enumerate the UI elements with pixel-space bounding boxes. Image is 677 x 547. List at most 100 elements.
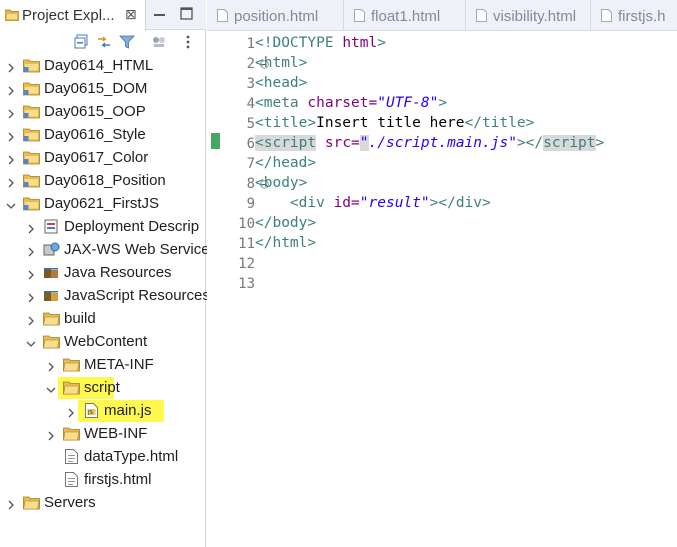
html-file-icon (354, 9, 365, 22)
code-line-10: </body> (255, 215, 317, 231)
tree-item-java-resources[interactable]: Java Resources (26, 262, 206, 284)
html-file-icon (217, 9, 228, 22)
view-menu-icon[interactable] (180, 34, 196, 50)
filter-icon[interactable] (119, 34, 135, 50)
tree-item-webcontent[interactable]: WebContent (26, 331, 206, 353)
line-number: 4 (246, 96, 255, 112)
html-file-icon (601, 9, 612, 22)
minimize-icon[interactable] (154, 14, 165, 16)
code-line-2: <html> (255, 55, 308, 71)
tree-item-day0618-position[interactable]: Day0618_Position (6, 170, 206, 192)
chevron-right-icon[interactable] (46, 359, 56, 372)
tab-project-explorer[interactable]: Project Expl... ⊠ (0, 0, 146, 31)
tree-item-label: Java Resources (64, 264, 172, 281)
tree-item-datatype-html[interactable]: dataType.html (46, 446, 206, 468)
chevron-down-icon[interactable] (26, 336, 36, 347)
tree-item-day0614-html[interactable]: Day0614_HTML (6, 55, 206, 77)
editor-gutter (207, 31, 227, 547)
project-folder-icon (23, 127, 40, 142)
html-file-icon (63, 449, 80, 464)
tree-item-web-inf[interactable]: WEB-INF (46, 423, 206, 445)
chevron-right-icon[interactable] (26, 267, 36, 280)
tab-visibility-html[interactable]: visibility.html (466, 0, 591, 31)
line-number: 6 (246, 136, 255, 152)
tree-item-day0621-firstjs[interactable]: Day0621_FirstJS (6, 193, 206, 215)
project-folder-icon (23, 58, 40, 73)
html-file-icon (476, 9, 487, 22)
javascript-resources-icon (43, 288, 60, 303)
line-number: 5 (246, 116, 255, 132)
tree-item-day0615-dom[interactable]: Day0615_DOM (6, 78, 206, 100)
editor-tab-label: position.html (234, 8, 319, 25)
tree-item-label: build (64, 310, 96, 327)
tree-item-label: JavaScript Resources (64, 287, 210, 304)
code-line-3: <head> (255, 75, 308, 91)
chevron-right-icon[interactable] (6, 152, 16, 165)
tree-item-label: main.js (104, 402, 152, 419)
tree-item-firstjs-html[interactable]: firstjs.html (46, 469, 206, 491)
deployment-descriptor-icon (43, 219, 60, 234)
tab-float1-html[interactable]: float1.html (344, 0, 466, 31)
tree-item-javascript-resources[interactable]: JavaScript Resources (26, 285, 210, 307)
project-folder-icon (23, 81, 40, 96)
chevron-right-icon[interactable] (6, 83, 16, 96)
tree-item-deployment-descrip[interactable]: Deployment Descrip (26, 216, 206, 238)
tree-item-day0615-oop[interactable]: Day0615_OOP (6, 101, 206, 123)
java-resources-icon (43, 265, 60, 280)
chevron-right-icon[interactable] (66, 405, 76, 418)
tree-item-build[interactable]: build (26, 308, 206, 330)
chevron-right-icon[interactable] (6, 175, 16, 188)
focus-icon[interactable] (151, 34, 167, 50)
tab-position-html[interactable]: position.html (207, 0, 344, 31)
folder-icon (63, 426, 80, 441)
line-number: 2 (246, 56, 255, 72)
tree-item-label: Day0615_DOM (44, 80, 148, 97)
chevron-right-icon[interactable] (6, 106, 16, 119)
editor-tab-label: visibility.html (493, 8, 577, 25)
chevron-right-icon[interactable] (26, 221, 36, 234)
project-folder-icon (23, 196, 40, 211)
line-number: 7 (246, 156, 255, 172)
line-number: 8 (246, 176, 255, 192)
change-marker[interactable] (211, 133, 220, 149)
project-folder-icon (23, 104, 40, 119)
code-line-8: <body> (255, 175, 308, 191)
chevron-right-icon[interactable] (26, 313, 36, 326)
maximize-icon[interactable] (180, 7, 193, 20)
code-line-4: <meta charset="UTF-8"> (255, 95, 448, 111)
tab-firstjs-html[interactable]: firstjs.h (591, 0, 677, 31)
line-number: 3 (246, 76, 255, 92)
folder-icon (23, 495, 40, 510)
tree-item-day0617-color[interactable]: Day0617_Color (6, 147, 206, 169)
tree-item-label: Day0618_Position (44, 172, 166, 189)
tree-item-label: META-INF (84, 356, 154, 373)
chevron-down-icon[interactable] (6, 198, 16, 209)
collapse-all-icon[interactable] (74, 34, 90, 50)
chevron-right-icon[interactable] (46, 428, 56, 441)
close-icon[interactable]: ⊠ (125, 6, 137, 23)
tree-item-script[interactable]: script (46, 377, 206, 399)
tree-item-label: JAX-WS Web Service (64, 241, 210, 258)
tree-item-label: Day0615_OOP (44, 103, 146, 120)
tree-item-meta-inf[interactable]: META-INF (46, 354, 206, 376)
code-line-11: </html> (255, 235, 317, 251)
chevron-right-icon[interactable] (6, 129, 16, 142)
link-with-editor-icon[interactable] (96, 34, 112, 50)
tree-item-jax-ws-web-service[interactable]: JAX-WS Web Service (26, 239, 210, 261)
tree-item-day0616-style[interactable]: Day0616_Style (6, 124, 206, 146)
minimize-maximize-controls (154, 7, 193, 20)
chevron-right-icon[interactable] (26, 290, 36, 303)
chevron-down-icon[interactable] (46, 382, 56, 393)
tree-item-servers[interactable]: Servers (6, 492, 206, 514)
chevron-right-icon[interactable] (6, 60, 16, 73)
tree-item-label: Day0616_Style (44, 126, 146, 143)
tree-item-label: WEB-INF (84, 425, 148, 442)
line-number: 9 (246, 196, 255, 212)
tree-item-main-js[interactable]: JS main.js (66, 400, 206, 422)
code-line-7: </head> (255, 155, 317, 171)
tree-item-label: script (84, 379, 120, 396)
folder-icon (43, 334, 60, 349)
svg-text:JS: JS (87, 410, 93, 416)
chevron-right-icon[interactable] (6, 497, 16, 510)
chevron-right-icon[interactable] (26, 244, 36, 257)
